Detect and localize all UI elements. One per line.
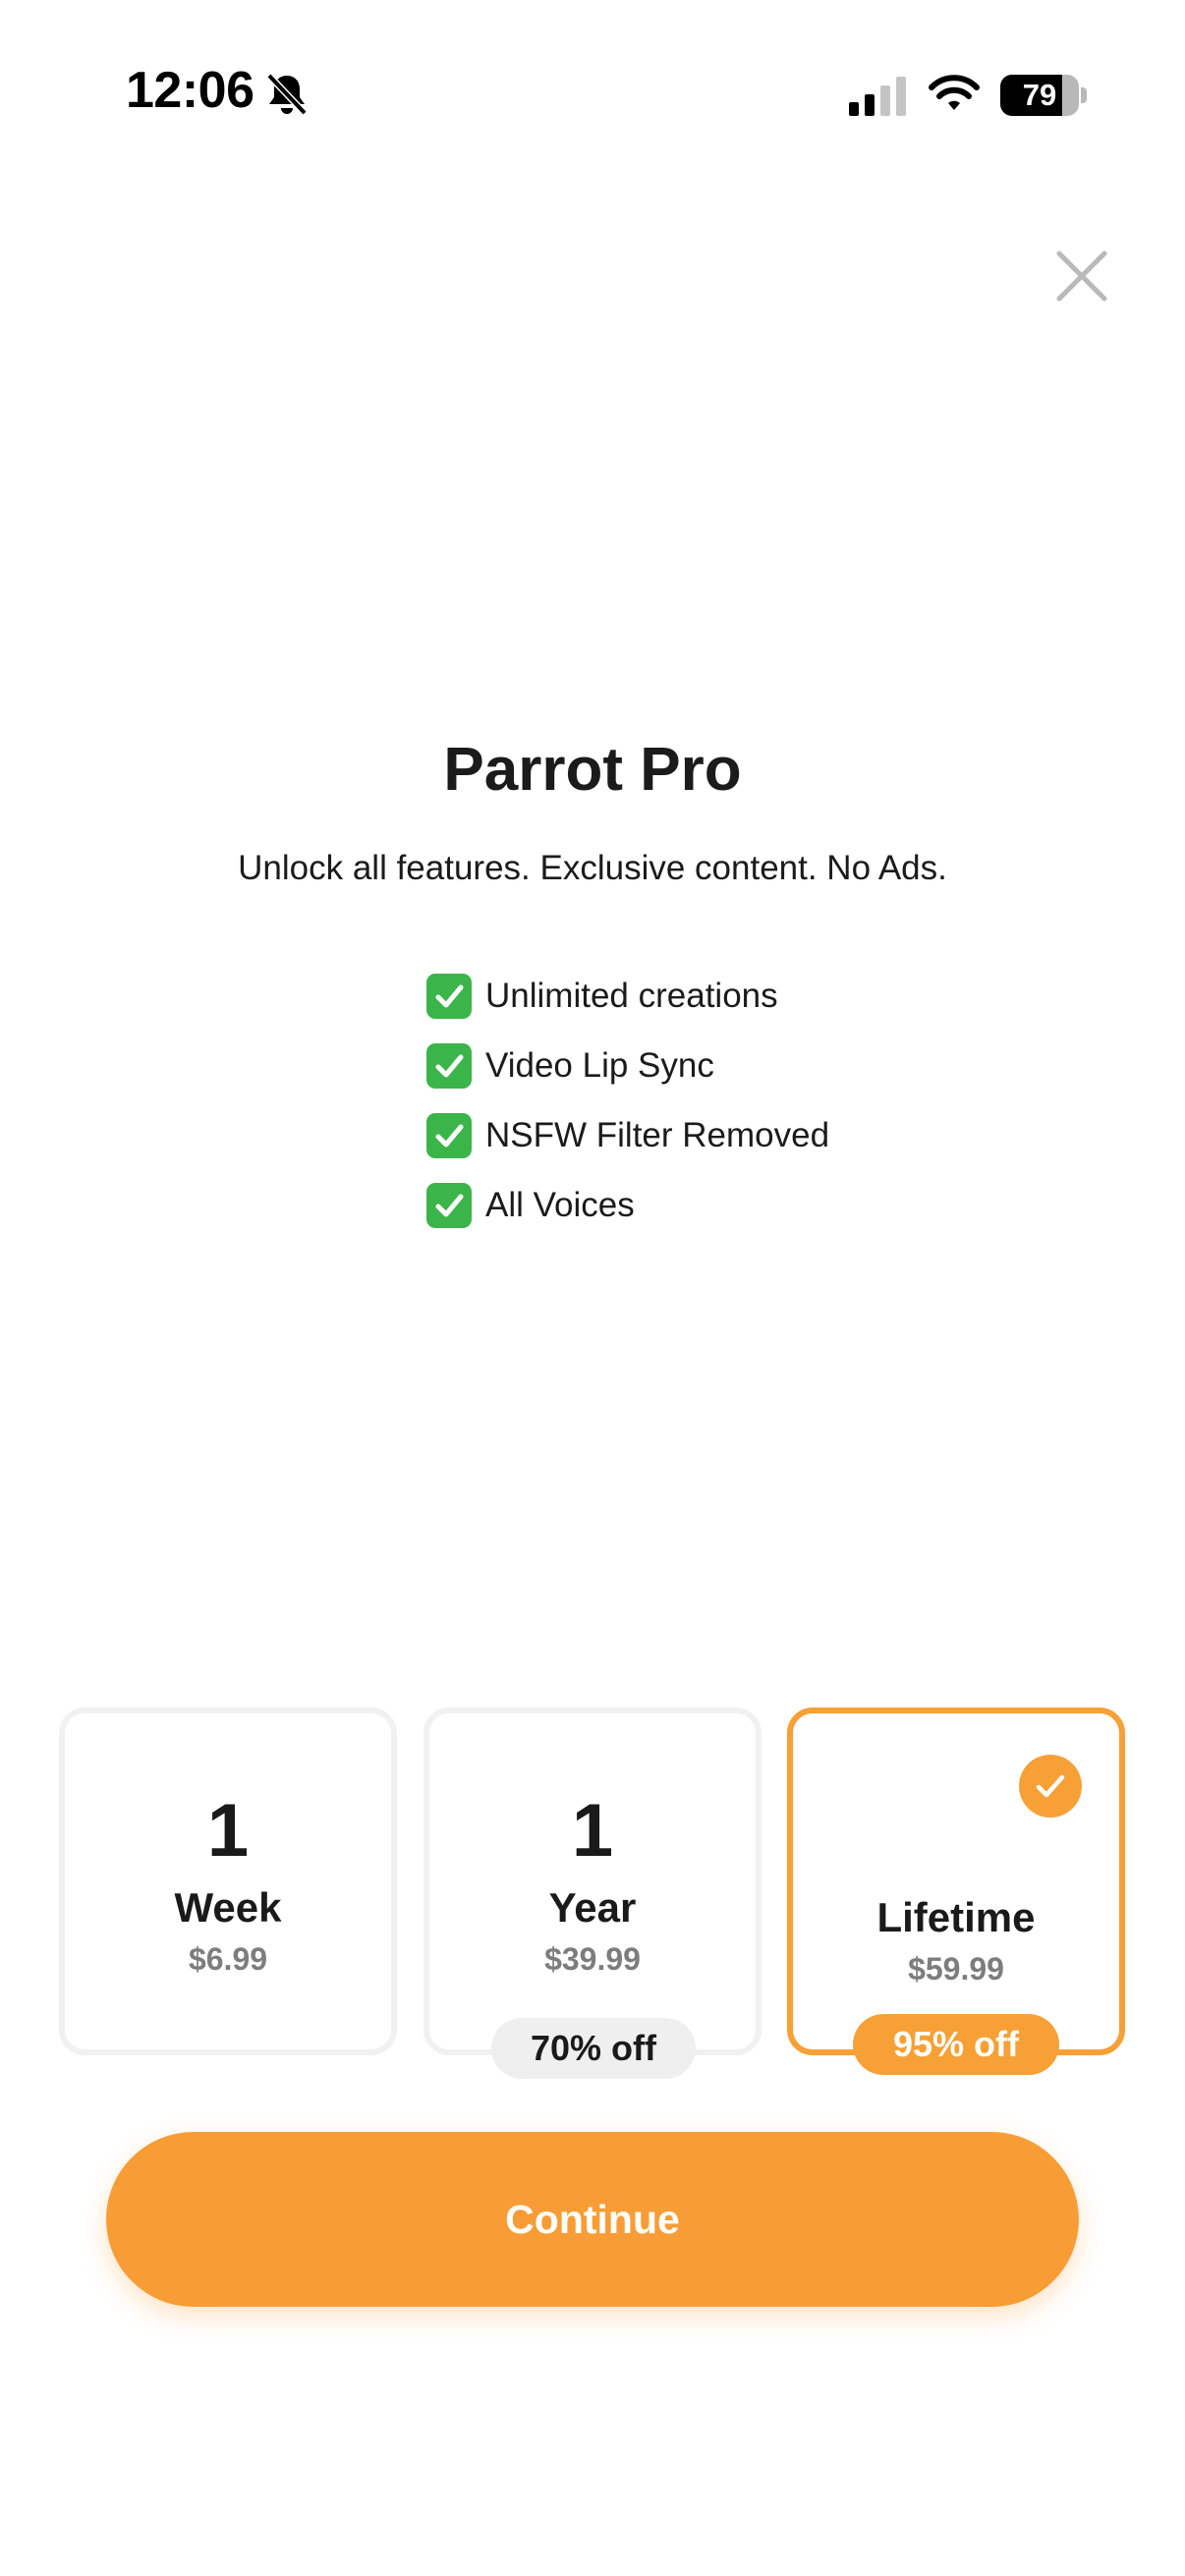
battery-cap xyxy=(1081,87,1087,103)
feature-item: Video Lip Sync xyxy=(426,1031,829,1100)
check-box-icon xyxy=(426,973,472,1019)
plan-price: $59.99 xyxy=(908,1951,1004,1987)
plan-card-week[interactable]: 1 Week $6.99 xyxy=(59,1708,397,2055)
plan-card-year[interactable]: 1 Year $39.99 xyxy=(423,1708,762,2055)
plan-name: Year xyxy=(548,1884,637,1931)
paywall-screen: 12:06 79 Parrot Pro Unlock all features.… xyxy=(0,0,1185,2576)
check-box-icon xyxy=(426,1112,472,1158)
cellular-signal-icon xyxy=(849,77,906,116)
feature-item: Unlimited creations xyxy=(426,961,829,1031)
battery-indicator: 79 xyxy=(1000,75,1079,116)
feature-list: Unlimited creations Video Lip Sync NSFW … xyxy=(426,961,829,1240)
discount-badge-lifetime: 95% off xyxy=(853,2014,1059,2075)
feature-item: All Voices xyxy=(426,1170,829,1240)
feature-label: All Voices xyxy=(485,1185,635,1224)
plan-price: $39.99 xyxy=(544,1941,641,1977)
paywall-subtitle: Unlock all features. Exclusive content. … xyxy=(238,849,947,887)
feature-label: Video Lip Sync xyxy=(485,1045,714,1085)
check-box-icon xyxy=(426,1042,472,1089)
feature-item: NSFW Filter Removed xyxy=(426,1100,829,1170)
paywall-title: Parrot Pro xyxy=(443,736,742,804)
plan-card-lifetime[interactable]: Lifetime $59.99 xyxy=(787,1708,1125,2055)
close-icon[interactable] xyxy=(1055,250,1108,303)
feature-label: NSFW Filter Removed xyxy=(485,1115,830,1154)
plan-name: Lifetime xyxy=(876,1894,1036,1940)
feature-label: Unlimited creations xyxy=(485,976,778,1015)
continue-button[interactable]: Continue xyxy=(106,2132,1079,2307)
plan-duration: 1 xyxy=(571,1789,614,1873)
plan-duration: 1 xyxy=(206,1789,250,1873)
status-time: 12:06 xyxy=(126,62,254,119)
plan-name: Week xyxy=(174,1884,282,1931)
wifi-icon xyxy=(929,75,980,110)
check-box-icon xyxy=(426,1182,472,1228)
selected-check-icon xyxy=(1019,1755,1082,1818)
plan-price: $6.99 xyxy=(188,1941,268,1977)
discount-badge-year: 70% off xyxy=(491,2018,696,2079)
battery-percent: 79 xyxy=(1022,78,1057,112)
bell-slash-icon xyxy=(266,73,308,116)
